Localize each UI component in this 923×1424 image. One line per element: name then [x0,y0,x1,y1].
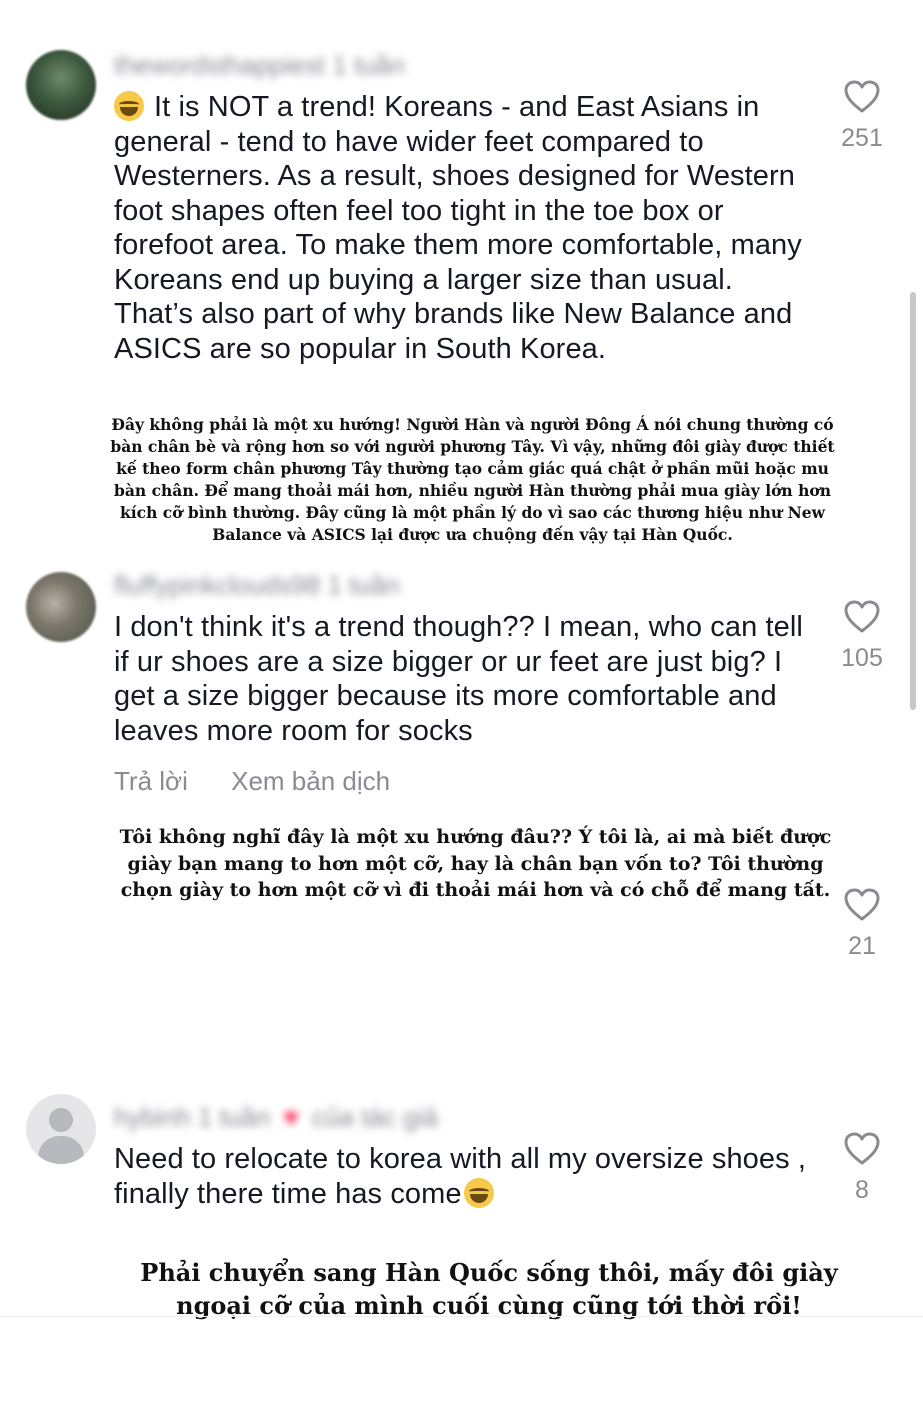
like-button-comment-2[interactable]: 105 [832,600,892,673]
like-button-comment-3[interactable]: 8 [832,1132,892,1205]
avatar-head [49,1108,73,1132]
avatar-body [38,1136,84,1164]
translation-comment-2: Tôi không nghĩ đây là một xu hướng đâu??… [119,826,832,901]
like-count-comment-2: 105 [841,644,883,672]
heart-outline-icon[interactable] [844,1132,880,1166]
default-avatar-icon[interactable] [26,1094,96,1164]
divider [0,1316,923,1317]
scrollbar[interactable] [910,292,916,710]
translation-comment-1: Đây không phải là một xu hướng! Người Hà… [110,415,835,544]
like-count-comment-3: 8 [855,1176,869,1204]
see-translation-button[interactable]: Xem bản dịch [231,766,390,796]
translation-comment-3: Phải chuyển sang Hàn Quốc sống thôi, mấy… [140,1258,838,1320]
heart-outline-icon[interactable] [844,80,880,114]
like-button-comment-1[interactable]: 251 [832,80,892,153]
comment-text-3: Need to relocate to korea with all my ov… [114,1143,807,1210]
author-liked-heart-icon: ♥ [283,1102,299,1132]
laughing-crying-emoji-icon [463,1177,494,1208]
like-button-translation-2[interactable]: 21 [832,888,892,961]
reply-button[interactable]: Trả lời [114,766,188,796]
avatar-comment-2[interactable] [26,572,96,642]
comment-text-1: It is NOT a trend! Koreans - and East As… [114,91,802,365]
username-comment-3[interactable]: hybinh 1 tuần ♥ của tác giả [114,1102,438,1133]
heart-outline-icon[interactable] [844,600,880,634]
username-comment-1[interactable]: thewordsthappiest 1 tuần [114,50,405,81]
username-comment-2[interactable]: fluffypinkclouds98 1 tuần [114,570,400,601]
avatar-comment-1[interactable] [26,50,96,120]
heart-outline-icon[interactable] [844,888,880,922]
like-count-comment-1: 251 [841,124,883,152]
laughing-crying-emoji-icon [114,91,144,121]
comment-actions-2: Trả lời Xem bản dịch [114,766,426,797]
like-count-translation-2: 21 [848,932,876,960]
comment-text-2: I don't think it's a trend though?? I me… [114,611,803,747]
